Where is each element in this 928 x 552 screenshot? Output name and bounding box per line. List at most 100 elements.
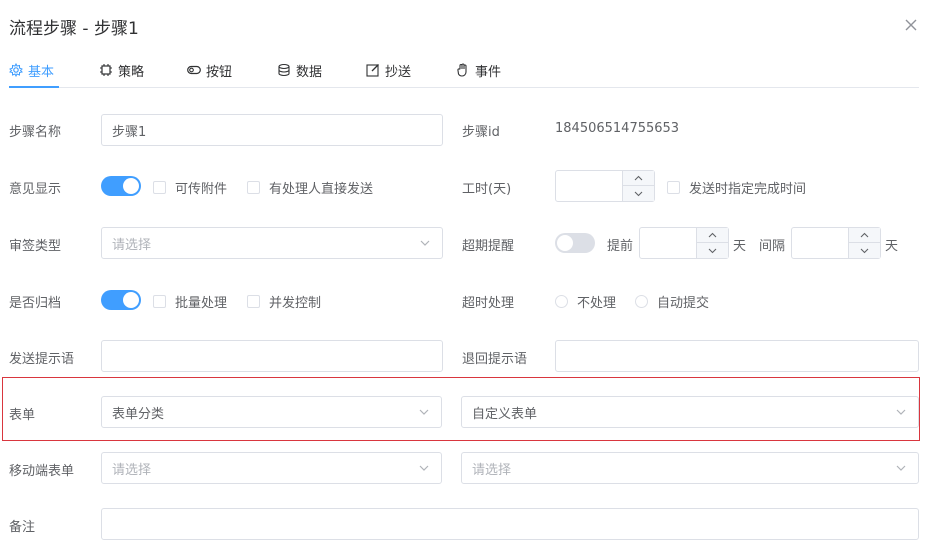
- chevron-down-icon: [896, 465, 906, 471]
- dialog-title: 流程步骤 - 步骤1: [9, 19, 139, 39]
- overdue-switch[interactable]: [555, 233, 595, 253]
- tab-strategy[interactable]: 策略: [99, 52, 144, 88]
- interval-unit: 天: [885, 239, 899, 254]
- return-hint-input[interactable]: [555, 340, 919, 372]
- tab-bar: 基本 策略 按钮 数据 抄送 事件: [9, 52, 919, 88]
- step-name-label: 步骤名称: [9, 125, 62, 140]
- step-id-label: 步骤id: [462, 125, 500, 140]
- checkbox-box: [153, 181, 166, 194]
- database-icon: [278, 63, 290, 77]
- checkbox-label: 批量处理: [175, 296, 228, 311]
- concurrent-checkbox[interactable]: 并发控制: [247, 292, 321, 311]
- switch-knob: [123, 292, 139, 308]
- attach-checkbox[interactable]: 可传附件: [153, 178, 227, 197]
- step-id-value: 184506514755653: [555, 121, 680, 136]
- chevron-down-icon: [419, 409, 429, 415]
- tab-label: 策略: [118, 64, 145, 80]
- mobile-form-label: 移动端表单: [9, 464, 75, 479]
- chevron-down-icon: [419, 465, 429, 471]
- tab-label: 基本: [28, 64, 55, 80]
- chevron-down-icon: [860, 248, 869, 253]
- return-hint-label: 退回提示语: [462, 352, 528, 367]
- tab-label: 事件: [475, 64, 502, 80]
- select-placeholder: 请选择: [112, 462, 152, 478]
- chevron-up-icon: [634, 175, 643, 181]
- archive-label: 是否归档: [9, 296, 62, 311]
- select-value: 自定义表单: [472, 406, 538, 422]
- form-label: 表单: [9, 408, 36, 423]
- interval-label: 间隔: [759, 239, 786, 254]
- checkbox-box: [247, 181, 260, 194]
- gear-icon: [9, 63, 23, 77]
- checkbox-label: 发送时指定完成时间: [689, 182, 807, 197]
- form-category-select[interactable]: 表单分类: [101, 396, 442, 428]
- decrease-button[interactable]: [849, 243, 880, 258]
- toggle-icon: [187, 65, 201, 75]
- switch-knob: [123, 178, 139, 194]
- chevron-down-icon: [420, 240, 430, 246]
- send-hint-label: 发送提示语: [9, 352, 75, 367]
- send-hint-input[interactable]: [101, 340, 443, 372]
- custom-form-select[interactable]: 自定义表单: [461, 396, 919, 428]
- switch-knob: [557, 235, 573, 251]
- batch-checkbox[interactable]: 批量处理: [153, 292, 227, 311]
- opinion-switch[interactable]: [101, 176, 141, 196]
- edit-icon: [366, 64, 379, 77]
- review-type-label: 审签类型: [9, 239, 62, 254]
- chevron-up-icon: [708, 232, 717, 238]
- advance-label: 提前: [607, 239, 634, 254]
- tab-events[interactable]: 事件: [456, 52, 501, 88]
- work-hours-label: 工时(天): [462, 182, 512, 197]
- timeout-label: 超时处理: [462, 296, 515, 311]
- decrease-button[interactable]: [623, 186, 654, 201]
- tab-buttons[interactable]: 按钮: [187, 52, 232, 88]
- tab-basic[interactable]: 基本: [9, 52, 54, 88]
- advance-days-input[interactable]: [639, 227, 729, 259]
- work-hours-input[interactable]: [555, 170, 655, 202]
- increase-button[interactable]: [849, 228, 880, 243]
- remark-label: 备注: [9, 520, 36, 535]
- hand-icon: [457, 63, 467, 77]
- active-tab-indicator: [9, 86, 59, 88]
- radio-circle: [635, 295, 648, 308]
- remark-input[interactable]: [101, 508, 919, 540]
- radio-label: 不处理: [577, 296, 617, 311]
- chevron-down-icon: [708, 248, 717, 253]
- tab-label: 抄送: [385, 64, 412, 80]
- stepper: [848, 228, 880, 258]
- tab-label: 数据: [296, 64, 323, 80]
- radio-label: 自动提交: [657, 296, 710, 311]
- tab-label: 按钮: [206, 64, 233, 80]
- chip-icon: [100, 64, 112, 76]
- select-placeholder: 请选择: [472, 462, 512, 478]
- review-type-select[interactable]: 请选择: [101, 227, 443, 259]
- select-value: 表单分类: [112, 406, 165, 422]
- specify-time-checkbox[interactable]: 发送时指定完成时间: [667, 178, 806, 197]
- checkbox-label: 可传附件: [175, 182, 228, 197]
- close-icon[interactable]: [902, 16, 920, 34]
- checkbox-box: [247, 295, 260, 308]
- chevron-down-icon: [634, 191, 643, 196]
- direct-send-checkbox[interactable]: 有处理人直接发送: [247, 178, 373, 197]
- checkbox-label: 有处理人直接发送: [269, 182, 374, 197]
- radio-circle: [555, 295, 568, 308]
- increase-button[interactable]: [623, 171, 654, 186]
- step-name-input[interactable]: 步骤1: [101, 114, 443, 146]
- interval-days-input[interactable]: [791, 227, 881, 259]
- timeout-radio-none[interactable]: 不处理: [555, 292, 616, 311]
- increase-button[interactable]: [697, 228, 728, 243]
- select-placeholder: 请选择: [112, 237, 152, 253]
- decrease-button[interactable]: [697, 243, 728, 258]
- timeout-radio-auto[interactable]: 自动提交: [635, 292, 709, 311]
- stepper: [696, 228, 728, 258]
- archive-switch[interactable]: [101, 290, 141, 310]
- tab-data[interactable]: 数据: [277, 52, 322, 88]
- checkbox-label: 并发控制: [269, 296, 322, 311]
- chevron-down-icon: [896, 409, 906, 415]
- step-name-value: 步骤1: [112, 124, 147, 140]
- tab-cc[interactable]: 抄送: [366, 52, 411, 88]
- chevron-up-icon: [860, 232, 869, 238]
- mobile-form-select[interactable]: 请选择: [461, 452, 919, 484]
- opinion-label: 意见显示: [9, 182, 62, 197]
- mobile-form-category-select[interactable]: 请选择: [101, 452, 442, 484]
